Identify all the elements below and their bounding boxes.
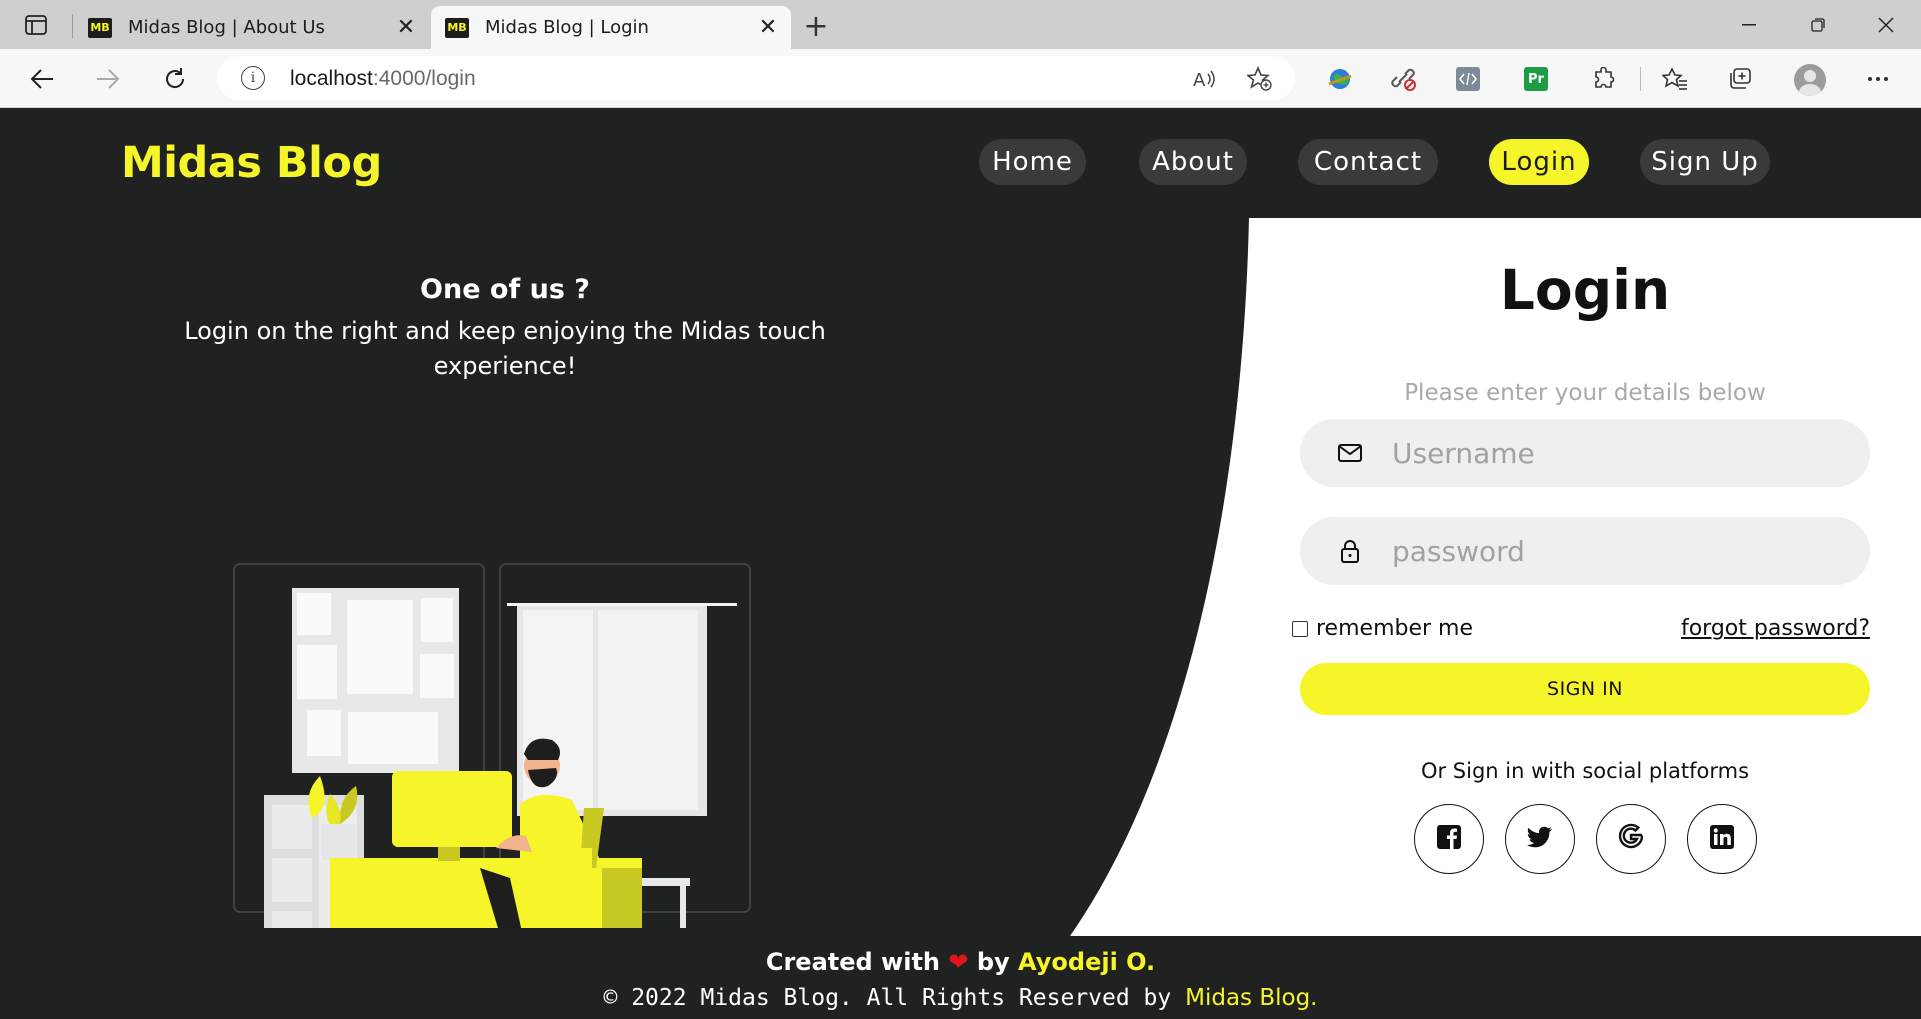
footer-credit: Created with ❤ by Ayodeji O. [0,948,1921,976]
username-field[interactable] [1300,419,1870,487]
username-input[interactable] [1392,429,1832,477]
heart-icon: ❤ [948,948,969,976]
favicon: MB [88,17,112,38]
pr-extension-icon[interactable]: Pr [1524,67,1548,91]
back-arrow-icon[interactable] [24,61,60,97]
lock-icon [1336,537,1364,565]
add-favorite-icon[interactable] [1247,66,1273,92]
nav-contact[interactable]: Contact [1298,139,1438,185]
nav-login[interactable]: Login [1489,139,1589,185]
url-path: :4000/login [372,67,476,90]
remember-me[interactable]: remember me [1292,616,1473,641]
address-bar-row: i localhost:4000/login A Pr [0,49,1921,108]
login-subtitle: Please enter your details below [1404,380,1766,406]
social-login-text: Or Sign in with social platforms [1420,759,1750,783]
footer-created-prefix: Created with [765,948,941,976]
mail-icon [1336,439,1364,467]
favorites-icon[interactable] [1661,65,1689,93]
extensions-icon[interactable] [1590,65,1618,93]
linkedin-icon [1709,824,1735,854]
site-logo[interactable]: Midas Blog [121,138,382,188]
window-close-icon[interactable] [1863,8,1909,42]
forgot-password-link[interactable]: forgot password? [1660,616,1870,641]
close-icon[interactable]: ✕ [391,13,421,43]
page-viewport: Midas Blog Home About Contact Login Sign… [0,108,1921,1019]
tab-divider [72,14,73,38]
hero-title: One of us ? [420,274,590,305]
info-icon[interactable]: i [241,66,265,90]
password-input[interactable] [1392,527,1832,575]
url-host: localhost [290,67,373,90]
google-icon [1617,823,1645,855]
profile-avatar[interactable] [1794,64,1826,96]
linkedin-button[interactable] [1687,804,1757,874]
restore-icon[interactable] [1795,8,1841,42]
code-extension-icon[interactable] [1456,67,1480,91]
nav-sign-up[interactable]: Sign Up [1640,139,1770,185]
tab-title: Midas Blog | Login [485,17,649,38]
favicon: MB [445,17,469,38]
read-aloud-icon[interactable]: A [1192,66,1218,92]
sign-in-button[interactable]: SIGN IN [1300,663,1870,715]
remember-me-checkbox[interactable] [1292,620,1308,637]
remember-me-label: remember me [1316,616,1473,641]
refresh-icon[interactable] [157,61,193,97]
plus-icon[interactable]: + [800,9,832,44]
twitter-icon [1526,826,1553,852]
twitter-button[interactable] [1505,804,1575,874]
footer-copyright-text: © 2022 Midas Blog. All Rights Reserved b… [603,985,1172,1011]
link-blocked-extension-icon[interactable] [1390,65,1418,93]
tab-about-us[interactable]: MB Midas Blog | About Us ✕ [74,6,429,49]
close-icon[interactable]: ✕ [753,13,783,43]
tab-actions-icon[interactable] [22,12,50,38]
minimize-icon[interactable] [1726,8,1772,42]
facebook-button[interactable] [1414,804,1484,874]
globe-extension-icon[interactable] [1326,65,1354,93]
footer-copyright: © 2022 Midas Blog. All Rights Reserved b… [0,985,1921,1011]
url-field[interactable]: i localhost:4000/login A [217,56,1295,100]
google-button[interactable] [1596,804,1666,874]
footer-brand[interactable]: Midas Blog. [1185,985,1317,1011]
login-title: Login [1499,258,1671,322]
footer-by: by [976,948,1010,976]
browser-tab-bar: MB Midas Blog | About Us ✕ MB Midas Blog… [0,0,1921,49]
nav-about[interactable]: About [1139,139,1247,185]
workspace-illustration [233,563,751,928]
footer-author[interactable]: Ayodeji O. [1018,948,1155,976]
svg-text:A: A [1193,70,1206,90]
tab-title: Midas Blog | About Us [128,17,325,38]
nav-home[interactable]: Home [979,139,1086,185]
toolbar-divider [1640,67,1641,91]
hero-subtitle: Login on the right and keep enjoying the… [184,317,826,380]
collections-icon[interactable] [1727,65,1755,93]
tab-login[interactable]: MB Midas Blog | Login ✕ [431,6,791,49]
url-text[interactable]: localhost:4000/login [290,67,476,91]
facebook-icon [1436,824,1462,854]
more-icon[interactable] [1864,65,1892,93]
password-field[interactable] [1300,517,1870,585]
forward-arrow-icon[interactable] [90,61,126,97]
